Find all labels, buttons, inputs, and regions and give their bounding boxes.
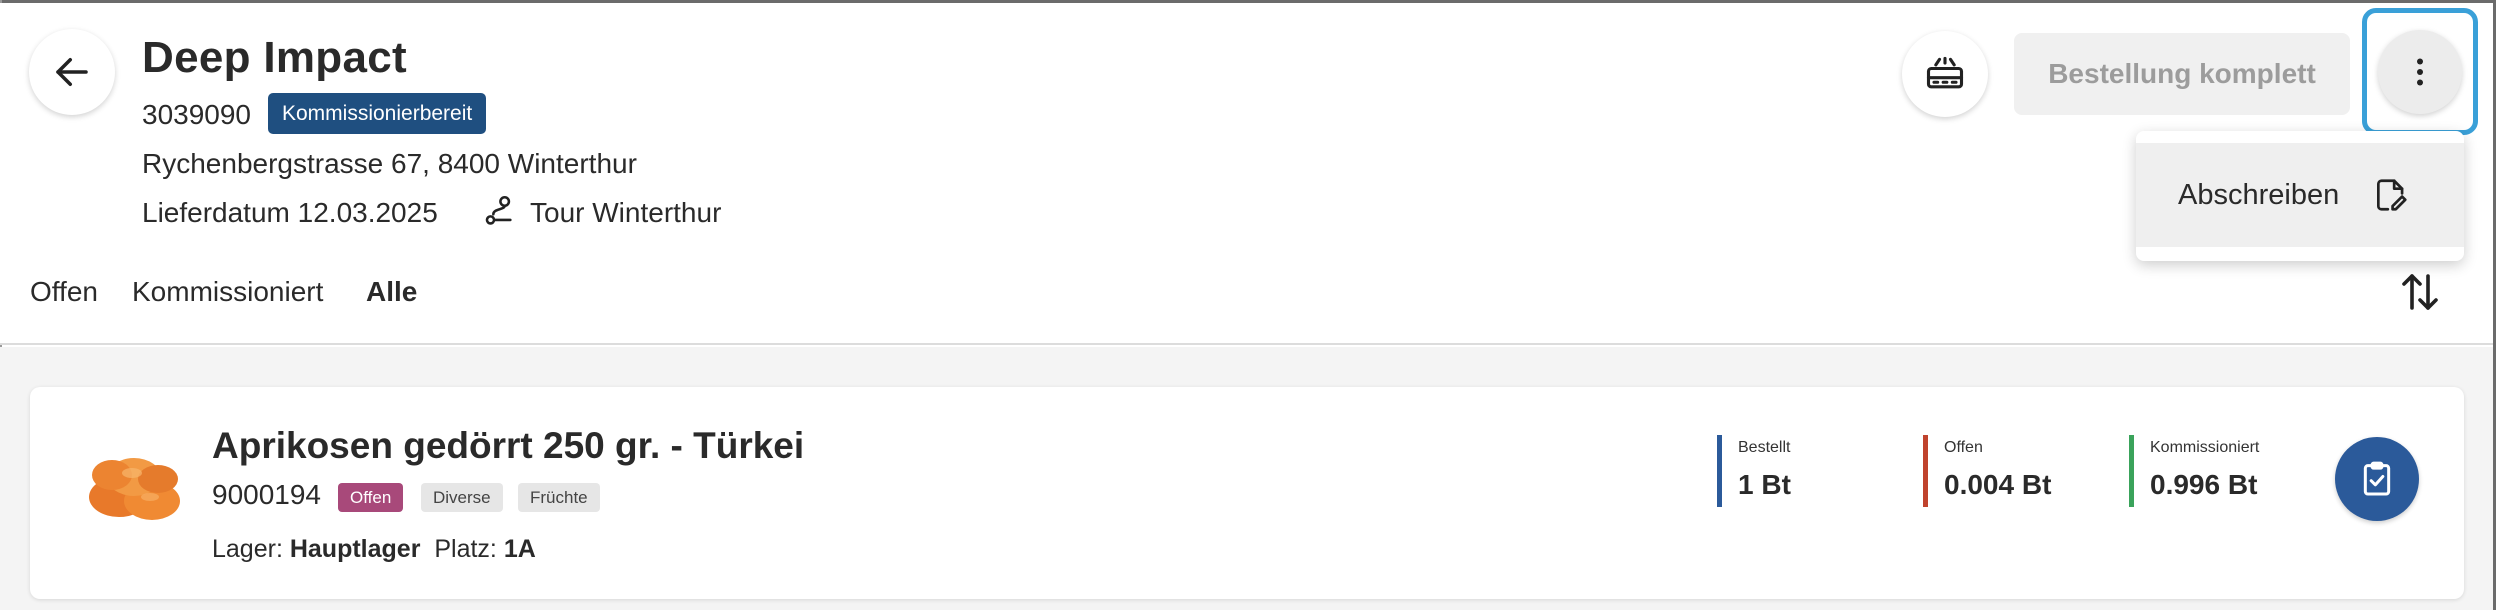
delivery-date: Lieferdatum 12.03.2025 xyxy=(142,197,438,228)
lager-label: Lager: xyxy=(212,535,283,563)
platz-value: 1A xyxy=(503,535,536,563)
metric-value: 1 Bt xyxy=(1738,469,1791,500)
sort-icon[interactable] xyxy=(2396,268,2444,316)
product-name: Aprikosen gedörrt 250 gr. - Türkei xyxy=(212,425,805,466)
list-item[interactable]: Aprikosen gedörrt 250 gr. - Türkei 90001… xyxy=(30,387,2464,599)
metric-bestellt: Bestellt 1 Bt xyxy=(1717,435,1791,507)
metric-label: Offen xyxy=(1944,439,1983,456)
category-badge: Diverse xyxy=(421,483,503,512)
more-options-button[interactable] xyxy=(2378,29,2462,114)
product-image xyxy=(89,458,180,520)
more-options-focus-ring xyxy=(2362,8,2478,135)
tab-alle[interactable]: Alle xyxy=(366,276,417,308)
route-icon xyxy=(485,195,512,225)
menu-item-label: Abschreiben xyxy=(2178,178,2340,211)
scale-button[interactable] xyxy=(1902,31,1988,117)
order-header: Deep Impact 3039090 Kommissionierbereit … xyxy=(0,3,2493,345)
metric-kommissioniert: Kommissioniert 0.996 Bt xyxy=(2129,435,2259,507)
lager-value: Hauptlager xyxy=(289,535,421,563)
options-menu: Abschreiben xyxy=(2136,131,2464,261)
category-badge: Früchte xyxy=(518,483,600,512)
item-list: Aprikosen gedörrt 250 gr. - Türkei 90001… xyxy=(0,347,2493,610)
pick-item-button[interactable] xyxy=(2335,437,2419,521)
metric-label: Kommissioniert xyxy=(2150,439,2260,456)
clipboard-check-icon xyxy=(2363,461,2391,496)
metric-offen: Offen 0.004 Bt xyxy=(1923,435,2051,507)
arrow-left-icon xyxy=(56,58,88,86)
menu-item-abschreiben[interactable]: Abschreiben xyxy=(2136,143,2464,247)
metric-value: 0.004 Bt xyxy=(1944,469,2052,500)
product-number: 9000194 xyxy=(212,479,322,510)
back-button[interactable] xyxy=(29,29,115,115)
scale-icon xyxy=(1926,56,1964,89)
storage-location: Lager: Hauptlager Platz: 1A xyxy=(212,535,536,564)
metric-value: 0.996 Bt xyxy=(2150,469,2258,500)
status-badge: Offen xyxy=(338,483,404,512)
document-edit-icon xyxy=(2376,179,2407,211)
metric-label: Bestellt xyxy=(1738,439,1791,456)
platz-label: Platz: xyxy=(434,535,497,563)
tab-kommissioniert[interactable]: Kommissioniert xyxy=(132,276,323,308)
status-badge: Kommissionierbereit xyxy=(268,93,487,134)
tab-offen[interactable]: Offen xyxy=(30,276,98,308)
more-vertical-icon xyxy=(2417,58,2423,85)
page-title: Deep Impact xyxy=(142,33,407,82)
order-number: 3039090 xyxy=(142,99,252,130)
delivery-address: Rychenbergstrasse 67, 8400 Winterthur xyxy=(142,148,637,179)
tour-label: Tour Winterthur xyxy=(530,197,722,228)
order-complete-button[interactable]: Bestellung komplett xyxy=(2014,33,2350,115)
